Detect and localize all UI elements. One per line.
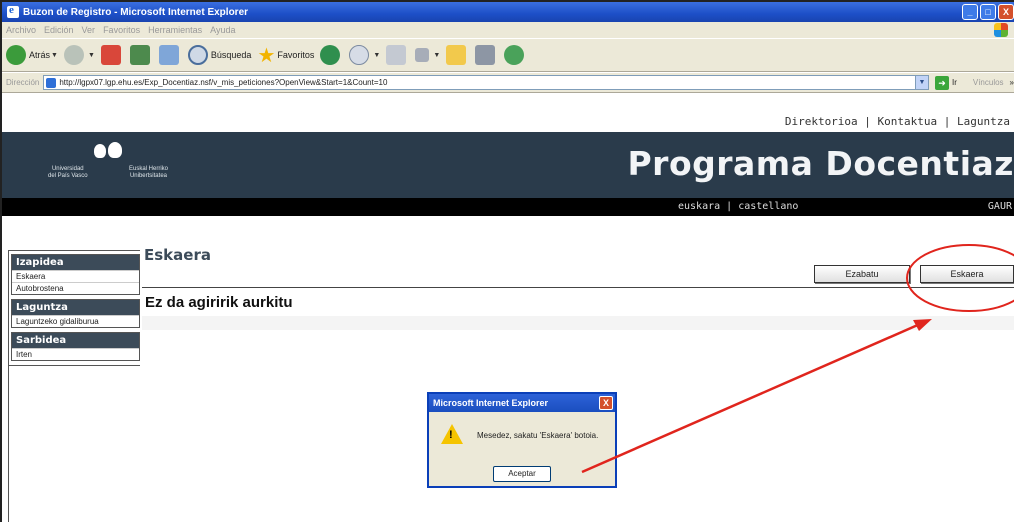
- menu-ayuda[interactable]: Ayuda: [210, 25, 235, 35]
- dialog-message: Mesedez, sakatu 'Eskaera' botoia.: [477, 431, 599, 440]
- header-banner: Universidad del País Vasco Euskal Herrik…: [2, 132, 1014, 198]
- mail-button[interactable]: ▼: [349, 45, 380, 65]
- sidebar-section-izapidea: Izapidea Eskaera Autobrostena: [11, 254, 140, 295]
- star-icon: ★: [257, 44, 276, 67]
- sidebar-heading: Sarbidea: [12, 333, 139, 348]
- sidebar-section-laguntza: Laguntza Laguntzeko gidaliburua: [11, 299, 140, 328]
- menu-ver[interactable]: Ver: [82, 25, 96, 35]
- sidebar-section-sarbidea: Sarbidea Irten: [11, 332, 140, 361]
- divider: [142, 287, 1014, 288]
- forward-arrow-icon: [63, 45, 84, 65]
- research-button[interactable]: [475, 45, 498, 65]
- forward-button[interactable]: ▼: [63, 45, 95, 65]
- browser-window: Buzon de Registro - Microsoft Internet E…: [0, 0, 1014, 522]
- search-button[interactable]: Búsqueda: [187, 45, 251, 65]
- web-page: Direktorioa | Kontaktua | Laguntza Unive…: [2, 94, 1014, 522]
- address-bar: Dirección http://lgpx07.lgp.ehu.es/Exp_D…: [2, 73, 1014, 93]
- language-bar: euskara | castellano GAUR: [2, 198, 1014, 216]
- messenger-icon: [504, 45, 525, 65]
- utility-links[interactable]: Direktorioa | Kontaktua | Laguntza: [785, 115, 1010, 128]
- sidebar-heading: Laguntza: [12, 300, 139, 315]
- ie-icon: [7, 4, 19, 18]
- folder-icon: [446, 45, 467, 65]
- dialog-title: Microsoft Internet Explorer X: [429, 394, 615, 412]
- print-icon: [386, 45, 407, 65]
- refresh-button[interactable]: [129, 45, 153, 65]
- sidebar-heading: Izapidea: [12, 255, 139, 270]
- title-bar: Buzon de Registro - Microsoft Internet E…: [2, 2, 1014, 22]
- menu-herramientas[interactable]: Herramientas: [148, 25, 202, 35]
- university-logo: Universidad del País Vasco Euskal Herrik…: [48, 140, 168, 180]
- edit-icon: [415, 48, 430, 62]
- dialog-close-icon[interactable]: X: [599, 396, 613, 410]
- toolbar: Atrás ▼ ▼ Búsqueda ★ Favoritos ▼ ▼: [2, 38, 1014, 72]
- sidebar-item-gidaliburua[interactable]: Laguntzeko gidaliburua: [12, 315, 139, 327]
- stop-icon: [100, 45, 121, 65]
- home-button[interactable]: [158, 45, 182, 65]
- history-button[interactable]: [320, 45, 343, 65]
- empty-message: Ez da agiririk aurkitu: [145, 294, 293, 311]
- folder-button[interactable]: [446, 45, 469, 65]
- site-title: Programa Docentiaz: [627, 144, 1014, 183]
- go-button[interactable]: ➜ Ir: [934, 75, 957, 90]
- chevron-down-icon[interactable]: ▼: [914, 76, 928, 89]
- request-button[interactable]: Eskaera: [920, 265, 1014, 283]
- menu-archivo[interactable]: Archivo: [6, 25, 36, 35]
- menu-bar: Archivo Edición Ver Favoritos Herramient…: [2, 22, 1014, 38]
- address-input[interactable]: http://lgpx07.lgp.ehu.es/Exp_Docentiaz.n…: [43, 75, 929, 90]
- edit-button[interactable]: ▼: [415, 48, 440, 62]
- search-icon: [187, 45, 208, 65]
- alert-dialog: Microsoft Internet Explorer X ! Mesedez,…: [427, 392, 617, 488]
- maximize-button[interactable]: □: [980, 4, 996, 20]
- empty-row: [142, 316, 1014, 330]
- sidebar-border: [8, 250, 9, 522]
- links-button[interactable]: Vínculos »: [973, 78, 1014, 87]
- language-links[interactable]: euskara | castellano: [678, 201, 798, 212]
- window-title: Buzon de Registro - Microsoft Internet E…: [23, 6, 249, 18]
- history-icon: [320, 45, 341, 65]
- home-icon: [158, 45, 179, 65]
- favorites-button[interactable]: ★ Favoritos: [257, 43, 314, 68]
- address-url: http://lgpx07.lgp.ehu.es/Exp_Docentiaz.n…: [59, 78, 388, 87]
- back-button[interactable]: Atrás ▼: [6, 45, 58, 65]
- delete-button[interactable]: Ezabatu: [814, 265, 910, 283]
- sidebar-item-irten[interactable]: Irten: [12, 348, 139, 360]
- sidebar-item-eskaera[interactable]: Eskaera: [12, 270, 139, 282]
- sidebar: Izapidea Eskaera Autobrostena Laguntza L…: [8, 250, 140, 366]
- research-icon: [475, 45, 496, 65]
- dialog-ok-button[interactable]: Aceptar: [493, 466, 551, 482]
- messenger-button[interactable]: [504, 45, 527, 65]
- windows-logo-icon: [994, 23, 1008, 37]
- address-label: Dirección: [6, 78, 40, 87]
- page-title: Eskaera: [144, 246, 211, 264]
- close-button[interactable]: X: [998, 4, 1014, 20]
- menu-favoritos[interactable]: Favoritos: [103, 25, 140, 35]
- refresh-icon: [129, 45, 150, 65]
- logo-mark-icon: [92, 140, 124, 162]
- page-icon: [46, 77, 57, 88]
- menu-edicion[interactable]: Edición: [44, 25, 74, 35]
- go-arrow-icon: ➜: [934, 75, 949, 90]
- back-arrow-icon: [6, 45, 26, 65]
- stop-button[interactable]: [100, 45, 124, 65]
- date-label: GAUR: [987, 201, 1012, 212]
- print-button[interactable]: [386, 45, 409, 65]
- mail-icon: [349, 45, 370, 65]
- minimize-button[interactable]: _: [962, 4, 978, 20]
- sidebar-item-autobrostena[interactable]: Autobrostena: [12, 282, 139, 294]
